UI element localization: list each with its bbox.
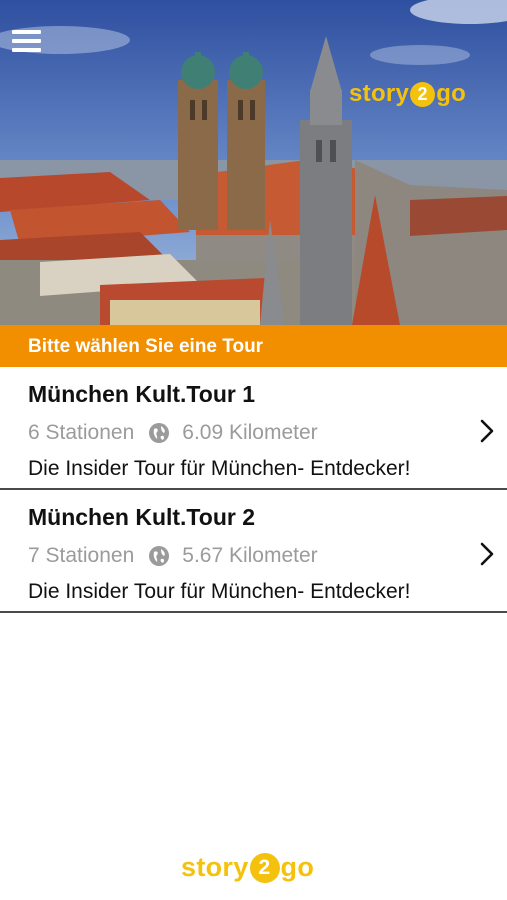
story2go-logo: story 2 go	[349, 80, 467, 107]
hamburger-menu-icon[interactable]	[12, 30, 42, 58]
globe-icon	[149, 546, 170, 566]
tour-meta: 7 Stationen 5.67 Kilometer	[28, 544, 318, 568]
tour-title: München Kult.Tour 2	[28, 504, 256, 530]
tour-distance: 6.09 Kilometer	[182, 421, 318, 444]
tour-description: Die Insider Tour für München- Entdecker!	[28, 457, 411, 480]
tour-meta: 6 Stationen 6.09 Kilometer	[28, 421, 318, 445]
tour-distance: 5.67 Kilometer	[182, 544, 318, 567]
tour-item-1[interactable]: München Kult.Tour 1 6 Stationen 6.09 Kil…	[0, 367, 507, 490]
chevron-right-icon	[480, 419, 494, 443]
hero-image: story 2 go	[0, 0, 507, 325]
tour-item-2[interactable]: München Kult.Tour 2 7 Stationen 5.67 Kil…	[0, 490, 507, 613]
globe-icon	[149, 423, 170, 443]
choose-tour-banner: Bitte wählen Sie eine Tour	[0, 325, 507, 367]
chevron-right-icon	[480, 542, 494, 566]
station-count: 6 Stationen	[28, 421, 135, 444]
tour-list: München Kult.Tour 1 6 Stationen 6.09 Kil…	[0, 367, 507, 613]
story2go-footer-logo: story 2 go	[181, 852, 315, 883]
tour-description: Die Insider Tour für München- Entdecker!	[28, 580, 411, 603]
tour-title: München Kult.Tour 1	[28, 381, 256, 407]
munich-skyline-photo	[0, 0, 507, 325]
station-count: 7 Stationen	[28, 544, 135, 567]
